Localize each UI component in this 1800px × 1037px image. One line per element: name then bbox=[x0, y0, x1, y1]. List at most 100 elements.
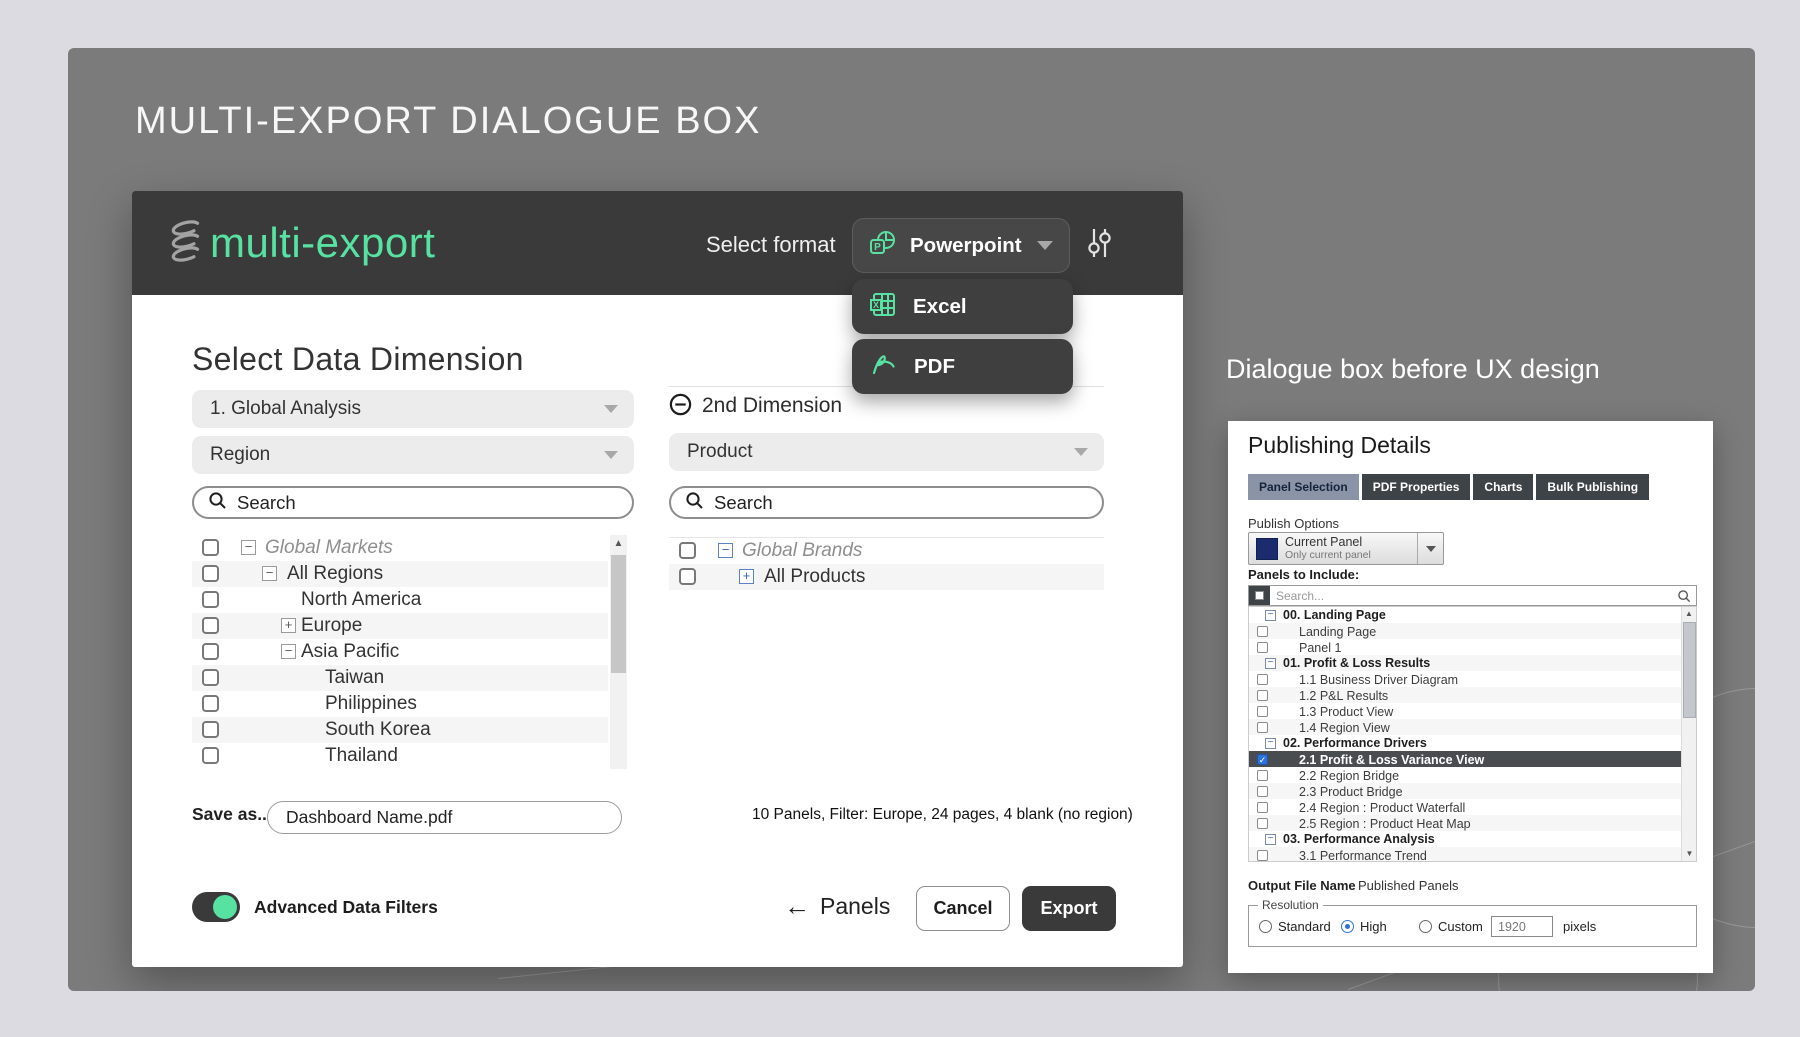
collapse-icon[interactable]: − bbox=[241, 540, 256, 555]
checkbox[interactable] bbox=[1257, 818, 1268, 829]
tab-charts[interactable]: Charts bbox=[1473, 474, 1533, 500]
checkbox[interactable] bbox=[202, 565, 219, 582]
expand-icon[interactable]: + bbox=[281, 618, 296, 633]
checkbox[interactable] bbox=[202, 747, 219, 764]
panel-list-row[interactable]: 2.4 Region : Product Waterfall bbox=[1249, 799, 1682, 815]
chevron-down-icon[interactable] bbox=[1417, 533, 1443, 564]
radio-standard[interactable]: Standard bbox=[1259, 919, 1331, 934]
tree-row[interactable]: −Asia Pacific bbox=[192, 639, 608, 665]
checkbox[interactable] bbox=[679, 568, 696, 585]
radio-button[interactable] bbox=[1341, 920, 1354, 933]
panel-list-row[interactable]: 1.2 P&L Results bbox=[1249, 687, 1682, 703]
panel-list-row[interactable]: −01. Profit & Loss Results bbox=[1249, 655, 1682, 671]
panel-list-row[interactable]: Landing Page bbox=[1249, 623, 1682, 639]
checkbox[interactable] bbox=[1257, 770, 1268, 781]
panel-list-row[interactable]: 1.4 Region View bbox=[1249, 719, 1682, 735]
checkbox[interactable] bbox=[202, 695, 219, 712]
region-field-select[interactable]: Region bbox=[192, 436, 634, 474]
checkbox[interactable] bbox=[1257, 626, 1268, 637]
panel-list-row[interactable]: −00. Landing Page bbox=[1249, 607, 1682, 623]
panel-list-row[interactable]: 1.1 Business Driver Diagram bbox=[1249, 671, 1682, 687]
checkbox[interactable] bbox=[202, 591, 219, 608]
tree-row[interactable]: Philippines bbox=[192, 691, 608, 717]
panel-list-row[interactable]: Panel 1 bbox=[1249, 639, 1682, 655]
format-dropdown-button[interactable]: P Powerpoint bbox=[852, 218, 1070, 273]
panel-list-row[interactable]: 1.3 Product View bbox=[1249, 703, 1682, 719]
expand-icon[interactable]: + bbox=[739, 569, 754, 584]
publish-options-label: Publish Options bbox=[1248, 516, 1339, 531]
publish-options-dropdown[interactable]: Current Panel Only current panel bbox=[1248, 532, 1444, 565]
tree-row[interactable]: South Korea bbox=[192, 717, 608, 743]
checkbox[interactable] bbox=[1257, 786, 1268, 797]
panel-list-row[interactable]: −03. Performance Analysis bbox=[1249, 831, 1682, 847]
minus-circle-icon[interactable] bbox=[669, 393, 692, 421]
custom-resolution-input[interactable] bbox=[1491, 916, 1553, 937]
sliders-settings-icon[interactable] bbox=[1084, 227, 1114, 264]
checkbox[interactable] bbox=[1257, 690, 1268, 701]
dimension-select[interactable]: 1. Global Analysis bbox=[192, 390, 634, 428]
checkbox[interactable]: ✓ bbox=[1257, 754, 1268, 765]
tree-row[interactable]: −All Regions bbox=[192, 561, 608, 587]
radio-button[interactable] bbox=[1419, 920, 1432, 933]
radio-custom[interactable]: Custom bbox=[1419, 919, 1483, 934]
scroll-down-icon[interactable]: ▼ bbox=[1682, 847, 1697, 861]
save-as-input[interactable] bbox=[267, 801, 622, 834]
scroll-thumb[interactable] bbox=[611, 555, 626, 673]
toggle-knob[interactable] bbox=[213, 895, 237, 919]
tree-row[interactable]: Taiwan bbox=[192, 665, 608, 691]
checkbox[interactable] bbox=[1257, 802, 1268, 813]
product-field-select[interactable]: Product bbox=[669, 433, 1104, 471]
region-search-input[interactable] bbox=[237, 492, 618, 514]
panel-list-row[interactable]: 3.1 Performance Trend bbox=[1249, 847, 1682, 862]
select-all-checkbox[interactable] bbox=[1249, 586, 1270, 605]
back-to-panels-link[interactable]: ← Panels bbox=[784, 891, 890, 922]
panel-list-row[interactable]: −02. Performance Drivers bbox=[1249, 735, 1682, 751]
tree-row[interactable]: −Global Markets bbox=[192, 535, 608, 561]
export-button[interactable]: Export bbox=[1022, 886, 1116, 931]
product-search-input[interactable] bbox=[714, 492, 1088, 514]
panel-list-row[interactable]: 2.3 Product Bridge bbox=[1249, 783, 1682, 799]
collapse-icon[interactable]: − bbox=[1265, 834, 1276, 845]
collapse-icon[interactable]: − bbox=[281, 644, 296, 659]
checkbox[interactable] bbox=[1257, 706, 1268, 717]
format-option-pdf[interactable]: PDF bbox=[852, 339, 1073, 394]
checkbox[interactable] bbox=[679, 542, 696, 559]
collapse-icon[interactable]: − bbox=[262, 566, 277, 581]
advanced-filters-toggle[interactable] bbox=[192, 892, 240, 922]
cancel-button[interactable]: Cancel bbox=[916, 886, 1010, 931]
scroll-up-icon[interactable]: ▲ bbox=[1682, 607, 1696, 621]
tab-panel-selection[interactable]: Panel Selection bbox=[1248, 474, 1359, 500]
radio-high[interactable]: High bbox=[1341, 919, 1387, 934]
scrollbar[interactable]: ▲ ▼ bbox=[1681, 607, 1696, 861]
tree-row[interactable]: −Global Brands bbox=[669, 538, 1104, 564]
tab-pdf-properties[interactable]: PDF Properties bbox=[1362, 474, 1471, 500]
legacy-search-input[interactable] bbox=[1270, 589, 1677, 603]
tree-row[interactable]: North America bbox=[192, 587, 608, 613]
export-status-text: 10 Panels, Filter: Europe, 24 pages, 4 b… bbox=[752, 806, 1133, 824]
checkbox[interactable] bbox=[202, 539, 219, 556]
checkbox[interactable] bbox=[1257, 674, 1268, 685]
tree-row[interactable]: Thailand bbox=[192, 743, 608, 769]
scroll-up-icon[interactable]: ▲ bbox=[610, 535, 627, 553]
checkbox[interactable] bbox=[202, 721, 219, 738]
checkbox[interactable] bbox=[1257, 642, 1268, 653]
collapse-icon[interactable]: − bbox=[1265, 610, 1276, 621]
collapse-icon[interactable]: − bbox=[718, 543, 733, 558]
collapse-icon[interactable]: − bbox=[1265, 658, 1276, 669]
tree-row[interactable]: +All Products bbox=[669, 564, 1104, 590]
checkbox[interactable] bbox=[202, 669, 219, 686]
scrollbar[interactable]: ▲ bbox=[610, 535, 627, 769]
tab-bulk-publishing[interactable]: Bulk Publishing bbox=[1536, 474, 1649, 500]
tree-row[interactable]: +Europe bbox=[192, 613, 608, 639]
collapse-icon[interactable]: − bbox=[1265, 738, 1276, 749]
checkbox[interactable] bbox=[202, 643, 219, 660]
checkbox[interactable] bbox=[202, 617, 219, 634]
scroll-thumb[interactable] bbox=[1683, 622, 1696, 718]
panel-list-row[interactable]: 2.2 Region Bridge bbox=[1249, 767, 1682, 783]
panel-list-row[interactable]: ✓2.1 Profit & Loss Variance View bbox=[1249, 751, 1682, 767]
checkbox[interactable] bbox=[1257, 850, 1268, 861]
panel-list-row[interactable]: 2.5 Region : Product Heat Map bbox=[1249, 815, 1682, 831]
radio-button[interactable] bbox=[1259, 920, 1272, 933]
checkbox[interactable] bbox=[1257, 722, 1268, 733]
format-option-excel[interactable]: XExcel bbox=[852, 279, 1073, 334]
